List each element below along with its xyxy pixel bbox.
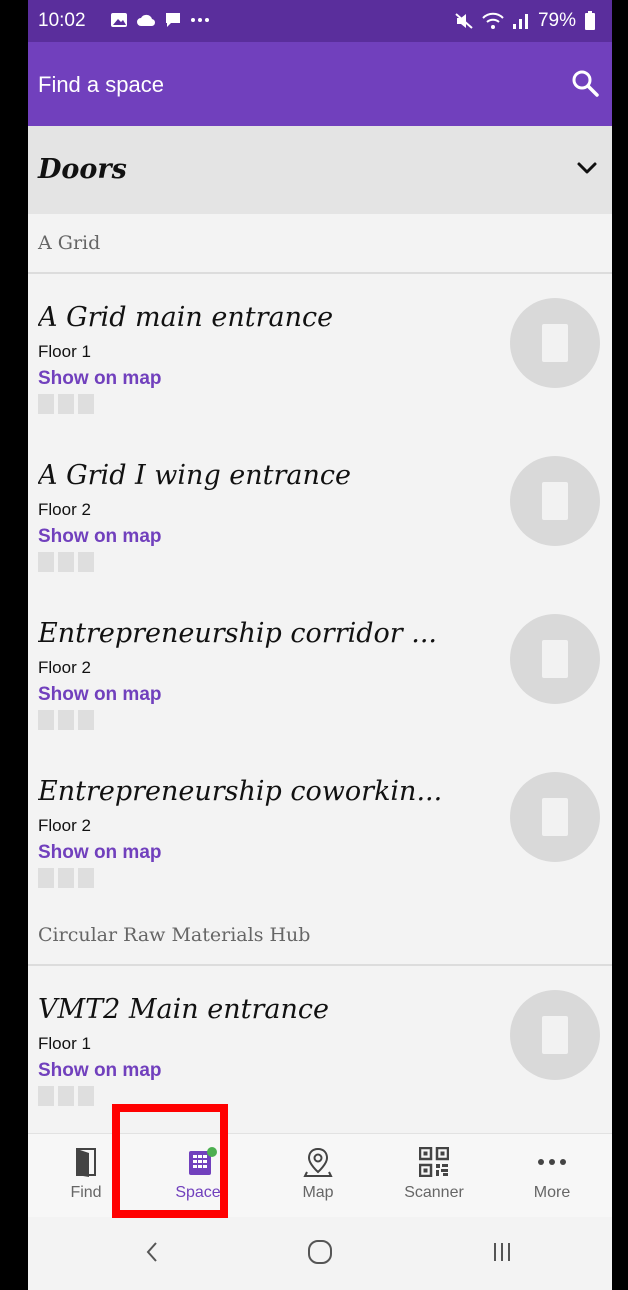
home-icon[interactable] bbox=[300, 1237, 340, 1267]
show-on-map-link[interactable]: Show on map bbox=[38, 684, 162, 706]
tab-map[interactable]: Map bbox=[260, 1134, 376, 1218]
placeholder-blocks bbox=[38, 394, 94, 414]
item-name: Entrepreneurship coworkin... bbox=[38, 776, 443, 807]
battery-percent: 79% bbox=[537, 10, 576, 31]
map-pin-icon bbox=[303, 1147, 333, 1177]
item-name: A Grid main entrance bbox=[38, 302, 334, 333]
search-icon[interactable] bbox=[570, 68, 600, 98]
section-title: Doors bbox=[38, 154, 127, 185]
item-floor: Floor 2 bbox=[38, 658, 91, 677]
notification-icons bbox=[110, 12, 210, 28]
door-icon bbox=[542, 798, 568, 836]
placeholder-blocks bbox=[38, 1086, 94, 1106]
group-header: A Grid bbox=[28, 214, 612, 274]
show-on-map-link[interactable]: Show on map bbox=[38, 842, 162, 864]
door-icon bbox=[542, 324, 568, 362]
chevron-down-icon[interactable] bbox=[576, 160, 598, 176]
more-dots-icon bbox=[538, 1159, 566, 1165]
recents-icon[interactable] bbox=[482, 1237, 522, 1267]
door-icon bbox=[542, 640, 568, 678]
door-avatar bbox=[510, 614, 600, 704]
tab-more[interactable]: More bbox=[492, 1134, 612, 1218]
battery-icon bbox=[585, 11, 595, 30]
more-dots-icon bbox=[191, 18, 209, 22]
door-icon bbox=[76, 1148, 96, 1177]
status-right: 79% bbox=[454, 10, 596, 32]
tab-more-label: More bbox=[533, 1184, 571, 1201]
placeholder-blocks bbox=[38, 552, 94, 572]
placeholder-blocks bbox=[38, 710, 94, 730]
show-on-map-link[interactable]: Show on map bbox=[38, 368, 162, 390]
door-avatar bbox=[510, 456, 600, 546]
group-name: A Grid bbox=[38, 232, 101, 254]
section-header-doors[interactable]: Doors bbox=[28, 126, 612, 214]
door-list: A Grid A Grid main entrance Floor 1 Show… bbox=[28, 214, 612, 1124]
system-nav-bar bbox=[28, 1217, 612, 1290]
item-floor: Floor 1 bbox=[38, 342, 91, 361]
status-bar: 10:02 79% bbox=[28, 0, 612, 42]
cloud-icon bbox=[137, 14, 156, 27]
tab-scanner-label: Scanner bbox=[404, 1184, 464, 1201]
phone-screen: 10:02 79% Find a space Doors A Grid A Gr… bbox=[28, 0, 612, 1290]
door-avatar bbox=[510, 990, 600, 1080]
door-icon bbox=[542, 1016, 568, 1054]
item-name: VMT2 Main entrance bbox=[38, 994, 329, 1025]
group-header: Circular Raw Materials Hub bbox=[28, 906, 612, 966]
list-item[interactable]: Entrepreneurship coworkin... Floor 2 Sho… bbox=[28, 748, 612, 906]
list-item[interactable]: A Grid main entrance Floor 1 Show on map bbox=[28, 274, 612, 432]
back-icon[interactable] bbox=[132, 1237, 172, 1267]
list-item[interactable]: Entrepreneurship corridor ... Floor 2 Sh… bbox=[28, 590, 612, 748]
item-floor: Floor 1 bbox=[38, 1034, 91, 1053]
door-icon bbox=[542, 482, 568, 520]
list-item[interactable]: VMT2 Main entrance Floor 1 Show on map bbox=[28, 966, 612, 1124]
item-floor: Floor 2 bbox=[38, 500, 91, 519]
group-name: Circular Raw Materials Hub bbox=[38, 924, 311, 946]
chat-icon bbox=[166, 13, 180, 27]
spaces-highlight-box bbox=[112, 1104, 228, 1218]
tab-scanner[interactable]: Scanner bbox=[376, 1134, 492, 1218]
wifi-icon bbox=[482, 12, 504, 29]
tab-map-label: Map bbox=[302, 1184, 334, 1201]
door-avatar bbox=[510, 772, 600, 862]
app-bar-title: Find a space bbox=[38, 72, 164, 97]
show-on-map-link[interactable]: Show on map bbox=[38, 1060, 162, 1082]
list-item[interactable]: A Grid I wing entrance Floor 2 Show on m… bbox=[28, 432, 612, 590]
app-bar: Find a space bbox=[28, 42, 612, 126]
qr-code-icon bbox=[419, 1147, 449, 1177]
status-time: 10:02 bbox=[38, 10, 86, 31]
door-avatar bbox=[510, 298, 600, 388]
signal-icon bbox=[512, 14, 528, 29]
gallery-icon bbox=[111, 13, 127, 27]
placeholder-blocks bbox=[38, 868, 94, 888]
show-on-map-link[interactable]: Show on map bbox=[38, 526, 162, 548]
mute-icon bbox=[455, 13, 473, 29]
item-name: Entrepreneurship corridor ... bbox=[38, 618, 438, 649]
item-name: A Grid I wing entrance bbox=[38, 460, 352, 491]
item-floor: Floor 2 bbox=[38, 816, 91, 835]
